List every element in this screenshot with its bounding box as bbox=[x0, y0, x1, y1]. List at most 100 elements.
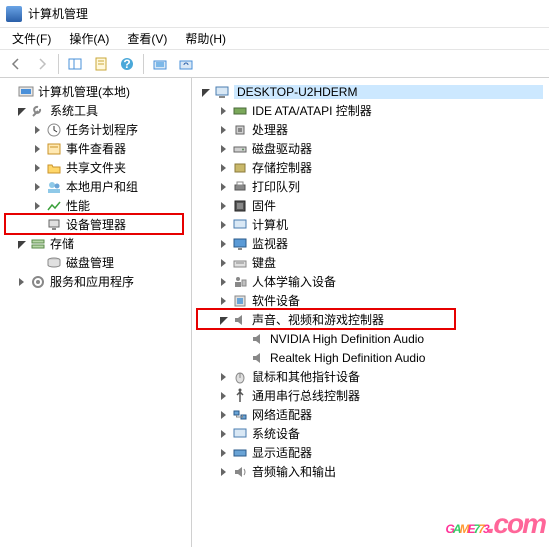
tree-label: 性能 bbox=[66, 197, 185, 214]
help-button[interactable]: ? bbox=[115, 52, 139, 76]
expander-icon[interactable] bbox=[14, 237, 28, 251]
expander-icon[interactable] bbox=[216, 237, 230, 251]
expander-icon[interactable] bbox=[216, 370, 230, 384]
right-pane: DESKTOP-U2HDERM IDE ATA/ATAPI 控制器 处理器 磁盘… bbox=[192, 78, 549, 547]
menu-action[interactable]: 操作(A) bbox=[61, 28, 117, 49]
dev-sound-nvidia[interactable]: NVIDIA High Definition Audio bbox=[192, 329, 549, 348]
back-button[interactable] bbox=[4, 52, 28, 76]
tree-performance[interactable]: 性能 bbox=[0, 196, 191, 215]
system-icon bbox=[232, 426, 248, 442]
expander-icon[interactable] bbox=[30, 180, 44, 194]
usb-icon bbox=[232, 388, 248, 404]
dev-disk[interactable]: 磁盘驱动器 bbox=[192, 139, 549, 158]
expander-icon[interactable] bbox=[30, 161, 44, 175]
expander-icon[interactable] bbox=[216, 408, 230, 422]
expander-icon[interactable] bbox=[30, 123, 44, 137]
tree-local-users[interactable]: 本地用户和组 bbox=[0, 177, 191, 196]
tree-label: 鼠标和其他指针设备 bbox=[252, 368, 543, 385]
expander-icon[interactable] bbox=[216, 180, 230, 194]
tree-label: 本地用户和组 bbox=[66, 178, 185, 195]
show-hide-button[interactable] bbox=[63, 52, 87, 76]
dev-network[interactable]: 网络适配器 bbox=[192, 405, 549, 424]
expander-icon[interactable] bbox=[14, 104, 28, 118]
svg-text:?: ? bbox=[123, 57, 130, 71]
tree-task-scheduler[interactable]: 任务计划程序 bbox=[0, 120, 191, 139]
expander-icon[interactable] bbox=[30, 199, 44, 213]
tree-label: 固件 bbox=[252, 197, 543, 214]
folder-share-icon bbox=[46, 160, 62, 176]
device-mgr-icon bbox=[46, 217, 62, 233]
tree-system-tools[interactable]: 系统工具 bbox=[0, 101, 191, 120]
left-pane: 计算机管理(本地) 系统工具 任务计划程序 事件查看器 共享文件夹 本地用户和组 bbox=[0, 78, 192, 547]
expander-icon[interactable] bbox=[14, 275, 28, 289]
dev-system[interactable]: 系统设备 bbox=[192, 424, 549, 443]
menu-view[interactable]: 查看(V) bbox=[119, 28, 175, 49]
hid-icon bbox=[232, 274, 248, 290]
expander-icon[interactable] bbox=[216, 427, 230, 441]
menu-help[interactable]: 帮助(H) bbox=[177, 28, 234, 49]
tree-label: IDE ATA/ATAPI 控制器 bbox=[252, 102, 543, 119]
tree-label: 系统设备 bbox=[252, 425, 543, 442]
monitor-icon bbox=[232, 236, 248, 252]
expander-icon[interactable] bbox=[216, 275, 230, 289]
expander-icon[interactable] bbox=[216, 142, 230, 156]
expander-icon[interactable] bbox=[2, 85, 16, 99]
mouse-icon bbox=[232, 369, 248, 385]
firmware-icon bbox=[232, 198, 248, 214]
tree-shared-folders[interactable]: 共享文件夹 bbox=[0, 158, 191, 177]
forward-button[interactable] bbox=[30, 52, 54, 76]
dev-sound[interactable]: 声音、视频和游戏控制器 bbox=[192, 310, 549, 329]
expander-icon[interactable] bbox=[216, 218, 230, 232]
tree-device-manager[interactable]: 设备管理器 bbox=[0, 215, 191, 234]
expander-icon[interactable] bbox=[216, 446, 230, 460]
expander-icon[interactable] bbox=[216, 256, 230, 270]
expander-icon[interactable] bbox=[216, 123, 230, 137]
sound-icon bbox=[232, 312, 248, 328]
expander-icon[interactable] bbox=[216, 389, 230, 403]
tree-label: 磁盘管理 bbox=[66, 254, 185, 271]
dev-usb[interactable]: 通用串行总线控制器 bbox=[192, 386, 549, 405]
dev-software[interactable]: 软件设备 bbox=[192, 291, 549, 310]
expander-icon[interactable] bbox=[198, 85, 212, 99]
properties-button[interactable] bbox=[89, 52, 113, 76]
users-icon bbox=[46, 179, 62, 195]
expander-icon[interactable] bbox=[216, 294, 230, 308]
dev-monitor[interactable]: 监视器 bbox=[192, 234, 549, 253]
menu-file[interactable]: 文件(F) bbox=[4, 28, 59, 49]
event-icon bbox=[46, 141, 62, 157]
scan-button[interactable] bbox=[148, 52, 172, 76]
tree-label: 软件设备 bbox=[252, 292, 543, 309]
tree-root[interactable]: 计算机管理(本地) bbox=[0, 82, 191, 101]
dev-root[interactable]: DESKTOP-U2HDERM bbox=[192, 82, 549, 101]
dev-sound-realtek[interactable]: Realtek High Definition Audio bbox=[192, 348, 549, 367]
tree-label: 打印队列 bbox=[252, 178, 543, 195]
expander-icon bbox=[234, 332, 248, 346]
tree-storage[interactable]: 存储 bbox=[0, 234, 191, 253]
ide-icon bbox=[232, 103, 248, 119]
dev-computer[interactable]: 计算机 bbox=[192, 215, 549, 234]
dev-storage-ctrl[interactable]: 存储控制器 bbox=[192, 158, 549, 177]
tree-label: 通用串行总线控制器 bbox=[252, 387, 543, 404]
dev-cpu[interactable]: 处理器 bbox=[192, 120, 549, 139]
dev-print[interactable]: 打印队列 bbox=[192, 177, 549, 196]
refresh-button[interactable] bbox=[174, 52, 198, 76]
expander-icon[interactable] bbox=[216, 104, 230, 118]
expander-icon[interactable] bbox=[30, 142, 44, 156]
dev-display[interactable]: 显示适配器 bbox=[192, 443, 549, 462]
expander-icon[interactable] bbox=[216, 161, 230, 175]
computer-icon bbox=[214, 84, 230, 100]
dev-firmware[interactable]: 固件 bbox=[192, 196, 549, 215]
dev-keyboard[interactable]: 键盘 bbox=[192, 253, 549, 272]
expander-icon[interactable] bbox=[216, 199, 230, 213]
dev-ide[interactable]: IDE ATA/ATAPI 控制器 bbox=[192, 101, 549, 120]
dev-audio-io[interactable]: 音频输入和输出 bbox=[192, 462, 549, 481]
expander-icon[interactable] bbox=[216, 465, 230, 479]
tree-services[interactable]: 服务和应用程序 bbox=[0, 272, 191, 291]
expander-icon[interactable] bbox=[216, 313, 230, 327]
dev-mouse[interactable]: 鼠标和其他指针设备 bbox=[192, 367, 549, 386]
dev-hid[interactable]: 人体学输入设备 bbox=[192, 272, 549, 291]
tree-event-viewer[interactable]: 事件查看器 bbox=[0, 139, 191, 158]
tree-label: 处理器 bbox=[252, 121, 543, 138]
window-title: 计算机管理 bbox=[28, 5, 88, 22]
tree-disk-mgmt[interactable]: 磁盘管理 bbox=[0, 253, 191, 272]
